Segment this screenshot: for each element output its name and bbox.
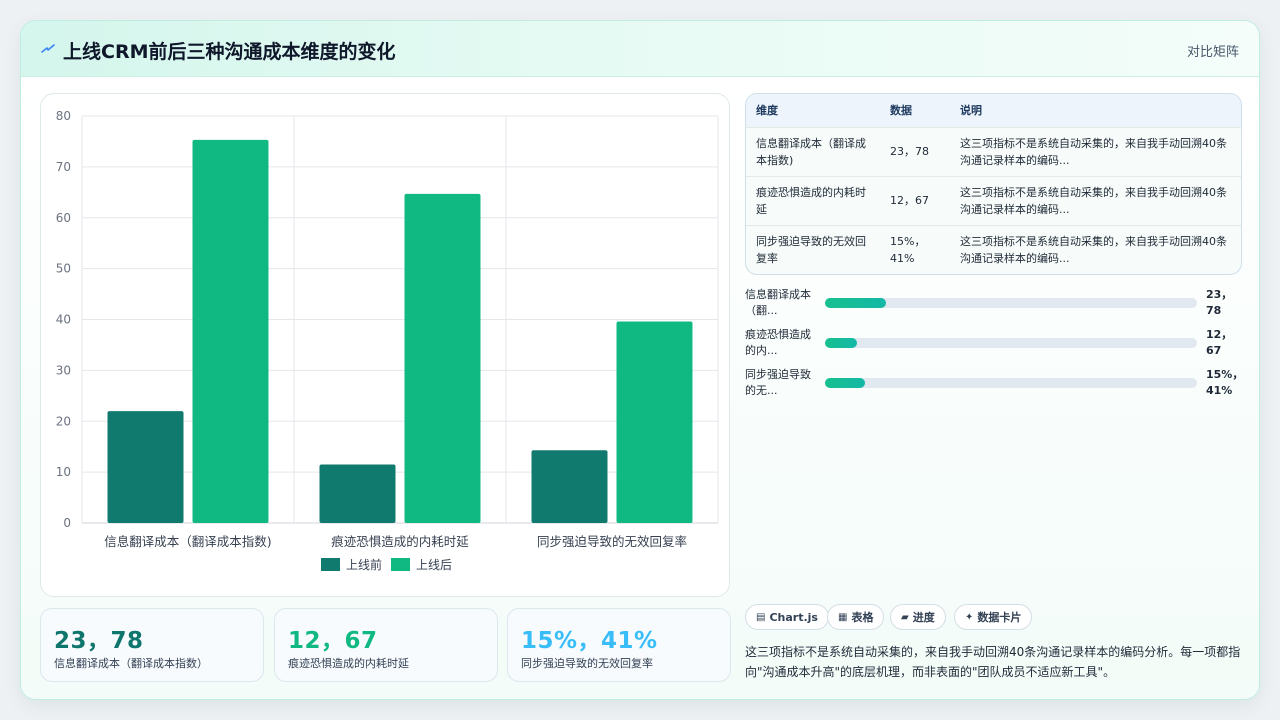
- data-table: 维度 数据 说明 信息翻译成本（翻译成本指数) 23，78 这三项指标不是系统自…: [745, 93, 1242, 275]
- page-title: 上线CRM前后三种沟通成本维度的变化: [63, 41, 396, 63]
- y-tick-label: 40: [56, 313, 71, 327]
- progress-label: 痕迹恐惧造成的内...: [745, 328, 811, 357]
- legend-label: 上线前: [346, 557, 382, 572]
- kpi-value: 23，78: [54, 628, 144, 654]
- lightning-icon: [41, 44, 55, 53]
- kpi-card-reply-rate: 15%，41% 同步强迫导致的无效回复率: [507, 608, 731, 682]
- bar-chart-panel: 0 10 20 30 40 50 60 70 80 信息翻译成本（翻译成本指数) 痕迹恐惧造成的内耗…: [40, 93, 730, 597]
- analysis-note: 这三项指标不是系统自动采集的，来自我手动回溯40条沟通记录样本的编码分析。每一项…: [745, 645, 1241, 679]
- progress-value: 12，67: [1206, 328, 1233, 357]
- cell-description: 这三项指标不是系统自动采集的，来自我手动回溯40条沟通记录样本的编码...: [960, 136, 1227, 167]
- sparkle-icon: ✦: [965, 611, 974, 623]
- kpi-card-translation: 23，78 信息翻译成本（翻译成本指数）: [40, 608, 264, 682]
- y-tick-label: 70: [56, 160, 71, 174]
- chip-table[interactable]: ▦ 表格: [827, 604, 885, 630]
- kpi-label: 痕迹恐惧造成的内耗时延: [288, 657, 409, 670]
- chip-progress[interactable]: ▰ 进度: [890, 604, 946, 630]
- column-header-data[interactable]: 数据: [880, 94, 950, 127]
- progress-label: 同步强迫导致的无...: [745, 368, 811, 397]
- progress-value: 15%，41%: [1206, 368, 1244, 397]
- y-tick-label: 30: [56, 363, 71, 377]
- progress-row: 同步强迫导致的无... 15%，41%: [745, 367, 1245, 401]
- progress-icon: ▰: [901, 611, 909, 623]
- table-row[interactable]: 痕迹恐惧造成的内耗时延 12，67 这三项指标不是系统自动采集的，来自我手动回溯…: [746, 176, 1241, 225]
- y-tick-label: 10: [56, 465, 71, 479]
- chip-label: 表格: [851, 611, 874, 624]
- chip-label: 数据卡片: [977, 611, 1022, 624]
- progress-track: [825, 378, 1197, 388]
- cell-description: 这三项指标不是系统自动采集的，来自我手动回溯40条沟通记录样本的编码...: [960, 185, 1227, 216]
- bar: [192, 139, 269, 523]
- kpi-value: 15%，41%: [521, 628, 658, 654]
- cell-dimension: 同步强迫导致的无效回复率: [756, 234, 866, 265]
- cell-dimension: 信息翻译成本（翻译成本指数): [756, 136, 866, 167]
- cell-data: 12，67: [890, 194, 929, 207]
- kpi-label: 同步强迫导致的无效回复率: [521, 657, 653, 670]
- bar: [531, 450, 608, 523]
- y-tick-label: 60: [56, 211, 71, 225]
- bar: [616, 321, 693, 523]
- header-bar: 上线CRM前后三种沟通成本维度的变化 对比矩阵: [21, 21, 1259, 77]
- y-tick-label: 50: [56, 262, 71, 276]
- y-tick-label: 0: [63, 516, 71, 530]
- dashboard-card: 上线CRM前后三种沟通成本维度的变化 对比矩阵 0 10 20 30 40 50 60 70 8…: [20, 20, 1260, 700]
- x-tick-label: 同步强迫导致的无效回复率: [537, 534, 687, 549]
- chip-label: Chart.js: [769, 610, 818, 624]
- kpi-value: 12，67: [288, 628, 378, 654]
- chip-chartjs[interactable]: ▤ Chart.js: [745, 604, 829, 630]
- chart-icon: ▤: [756, 611, 766, 623]
- cell-description: 这三项指标不是系统自动采集的，来自我手动回溯40条沟通记录样本的编码...: [960, 234, 1227, 265]
- progress-fill: [825, 298, 887, 308]
- kpi-card-delay: 12，67 痕迹恐惧造成的内耗时延: [274, 608, 498, 682]
- legend-swatch: [321, 558, 340, 571]
- table-row[interactable]: 同步强迫导致的无效回复率 15%，41% 这三项指标不是系统自动采集的，来自我手…: [746, 225, 1241, 274]
- x-tick-label: 信息翻译成本（翻译成本指数): [104, 534, 271, 549]
- cell-data: 23，78: [890, 145, 929, 158]
- view-mode-label[interactable]: 对比矩阵: [1187, 41, 1239, 60]
- kpi-label: 信息翻译成本（翻译成本指数）: [54, 657, 208, 670]
- y-tick-label: 20: [56, 414, 71, 428]
- progress-value: 23，78: [1206, 288, 1233, 317]
- bar: [107, 411, 184, 523]
- x-tick-label: 痕迹恐惧造成的内耗时延: [331, 534, 469, 549]
- legend-swatch: [391, 558, 410, 571]
- column-header-description[interactable]: 说明: [950, 94, 1241, 127]
- progress-row: 痕迹恐惧造成的内... 12，67: [745, 327, 1245, 361]
- cell-dimension: 痕迹恐惧造成的内耗时延: [756, 185, 866, 216]
- bar-chart: 0 10 20 30 40 50 60 70 80 信息翻译成本（翻译成本指数) 痕迹恐惧造成的内耗…: [56, 109, 719, 572]
- legend-label: 上线后: [416, 558, 452, 572]
- y-tick-label: 80: [56, 109, 71, 123]
- progress-fill: [825, 338, 857, 348]
- progress-label: 信息翻译成本（翻...: [745, 288, 811, 317]
- table-row[interactable]: 信息翻译成本（翻译成本指数) 23，78 这三项指标不是系统自动采集的，来自我手…: [746, 127, 1241, 176]
- column-header-dimension[interactable]: 维度: [746, 94, 880, 127]
- bar: [319, 464, 396, 523]
- table-icon: ▦: [838, 611, 848, 623]
- table-header-row: 维度 数据 说明: [746, 94, 1241, 127]
- progress-track: [825, 338, 1197, 348]
- progress-fill: [825, 378, 865, 388]
- cell-data: 15%，41%: [890, 234, 926, 265]
- progress-row: 信息翻译成本（翻... 23，78: [745, 287, 1245, 321]
- chip-label: 进度: [912, 611, 935, 624]
- chip-data-card[interactable]: ✦ 数据卡片: [954, 604, 1033, 630]
- bar: [404, 193, 481, 523]
- progress-track: [825, 298, 1197, 308]
